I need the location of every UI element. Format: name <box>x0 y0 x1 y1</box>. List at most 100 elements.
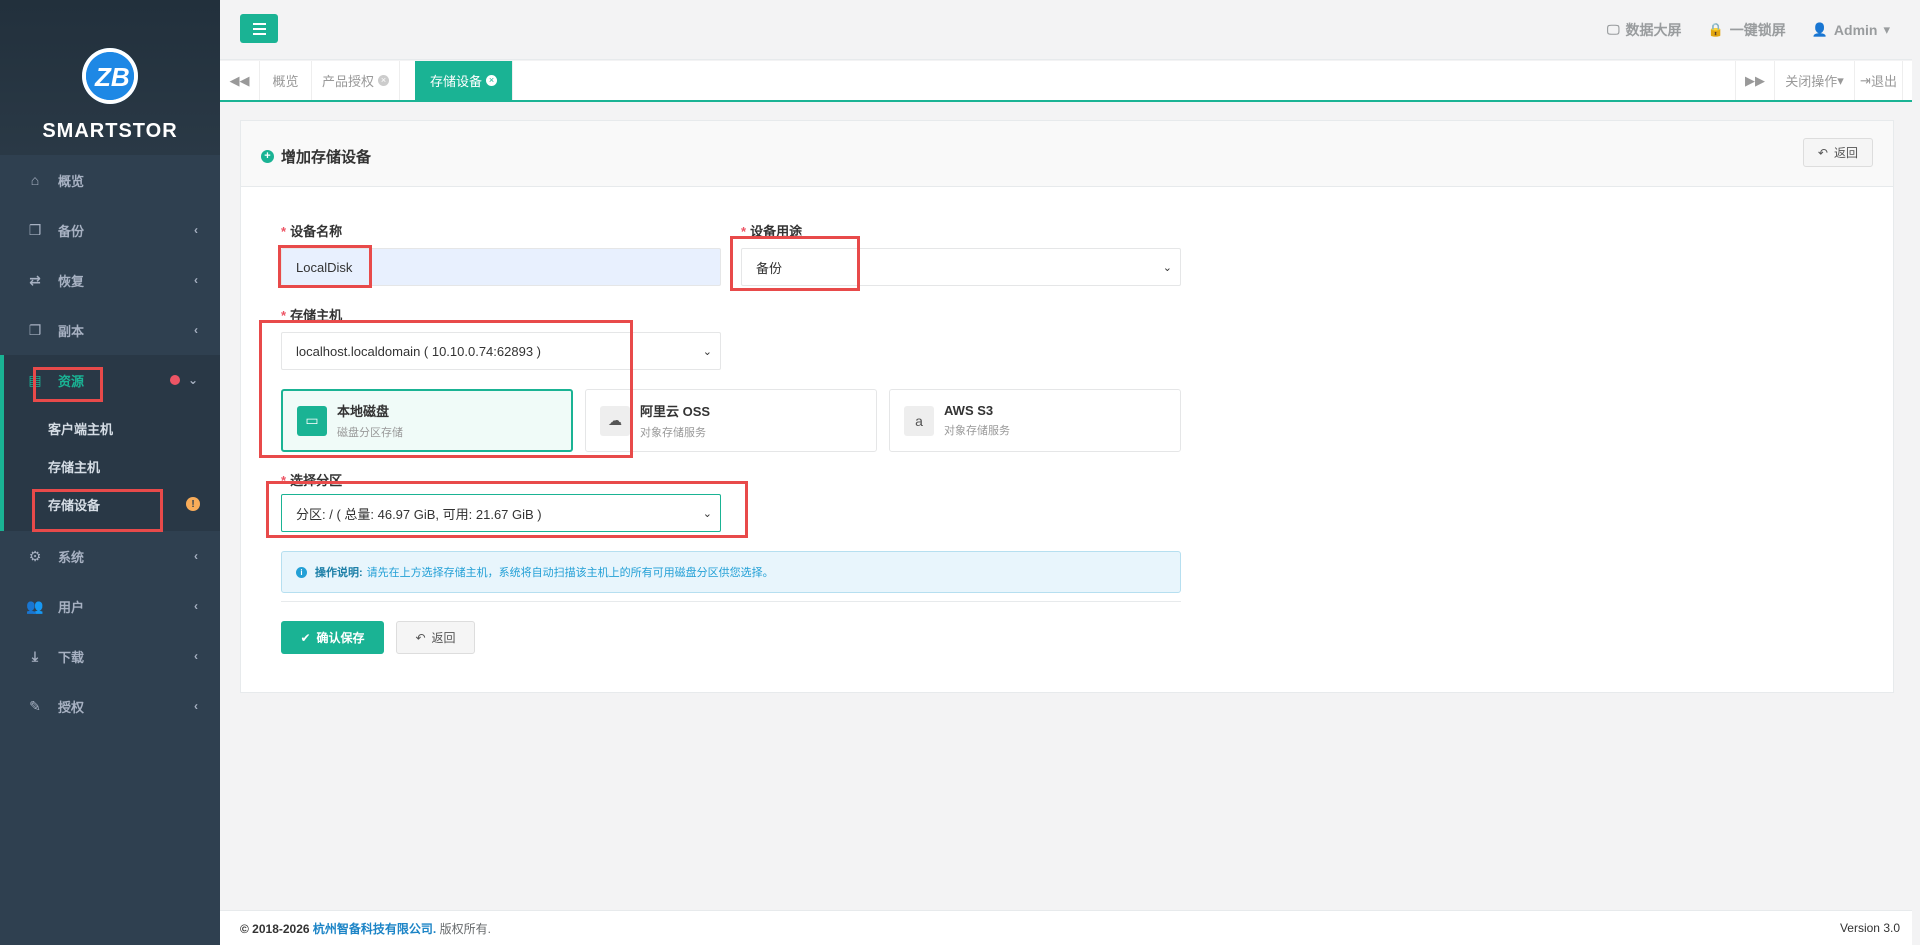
sidebar-item-label: 概览 <box>58 173 85 189</box>
tabs-bar: ◀◀ 概览 产品授权 × 存储设备 × ▶▶ 关闭操作 ▾ ⇥ 退出 <box>220 61 1920 102</box>
copy-icon: ❐ <box>28 321 42 338</box>
logout-button[interactable]: ⇥ 退出 <box>1855 61 1903 100</box>
home-icon: ⌂ <box>30 172 40 188</box>
highlight-box <box>32 489 163 532</box>
tab-overview[interactable]: 概览 <box>260 61 312 100</box>
logout-label: 退出 <box>1870 74 1897 89</box>
check-icon: ✔ <box>300 630 311 645</box>
close-ops-label: 关闭操作 <box>1785 74 1838 89</box>
chevron-down-icon: ⌄ <box>702 346 712 358</box>
chevron-left-icon: ‹ <box>194 323 198 337</box>
logo-icon: ZB <box>82 48 138 104</box>
sidebar-item-backup[interactable]: ❒ 备份 ‹ <box>0 205 220 255</box>
lock-icon: 🔒 <box>1707 22 1724 37</box>
highlight-box <box>730 236 860 291</box>
reply-icon: ↶ <box>1817 145 1828 160</box>
chevron-left-icon: ‹ <box>194 549 198 563</box>
sidebar-item-label: 副本 <box>58 323 85 339</box>
status-dot <box>170 375 180 385</box>
tab-license[interactable]: 产品授权 × <box>312 61 400 100</box>
sidebar-item-download[interactable]: ⤓ 下载 ‹ <box>0 631 220 681</box>
card-title: 阿里云 OSS <box>640 404 711 419</box>
bars-icon <box>252 22 266 25</box>
bars-icon <box>252 32 266 35</box>
info-icon: i <box>296 566 307 578</box>
sidebar-nav: ⌂ 概览 ❒ 备份 ‹ ⇄ 恢复 ‹ ❐ 副本 ‹ ▤ 资源 ⌄ 客户端主机 存… <box>0 155 220 731</box>
sidebar-item-overview[interactable]: ⌂ 概览 <box>0 155 220 205</box>
card-subtitle: 对象存储服务 <box>640 427 706 439</box>
footer: © 2018-2026 杭州智备科技有限公司. 版权所有. Version 3.… <box>220 910 1920 945</box>
highlight-box <box>33 367 103 402</box>
users-icon: 👥 <box>26 597 44 614</box>
sidebar-item-copy[interactable]: ❐ 副本 ‹ <box>0 305 220 355</box>
sidebar-subitem-label: 存储主机 <box>48 459 101 475</box>
rights-text: 版权所有. <box>439 921 491 936</box>
back-label: 返回 <box>431 631 456 645</box>
warning-icon: ! <box>186 497 200 511</box>
lock-label: 一键锁屏 <box>1729 22 1786 38</box>
back-label: 返回 <box>1833 146 1858 160</box>
sidebar-subitem-storage-hosts[interactable]: 存储主机 <box>4 447 220 485</box>
dashboard-label: 数据大屏 <box>1625 22 1682 38</box>
brand-name: SMARTSTOR <box>42 120 178 142</box>
divider <box>281 601 1181 602</box>
header-back-button[interactable]: ↶ 返回 <box>1802 138 1873 167</box>
add-storage-device-panel: + 增加存储设备 ↶ 返回 * 设备名称 LocalDisk * 设备用途 备份 ⌄… <box>240 120 1894 693</box>
tab-label: 存储设备 <box>429 74 482 89</box>
top-navbar: 🖵 数据大屏 🔒 一键锁屏 👤 Admin ▾ <box>220 0 1920 60</box>
user-menu[interactable]: 👤 Admin ▾ <box>1812 20 1890 40</box>
highlight-box <box>278 245 372 288</box>
save-button[interactable]: ✔ 确认保存 <box>281 621 384 654</box>
highlight-box <box>266 481 748 538</box>
tab-scroll-right-button[interactable]: ▶▶ <box>1735 61 1775 100</box>
chevron-left-icon: ‹ <box>194 649 198 663</box>
close-icon[interactable]: × <box>378 75 389 86</box>
sidebar-subitem-label: 客户端主机 <box>48 421 114 437</box>
sidebar-item-restore[interactable]: ⇄ 恢复 ‹ <box>0 255 220 305</box>
copyright: © 2018-2026 杭州智备科技有限公司. 版权所有. <box>240 920 491 937</box>
chevron-left-icon: ‹ <box>194 699 198 713</box>
desktop-icon: 🖵 <box>1606 22 1620 37</box>
sidebar-item-users[interactable]: 👥 用户 ‹ <box>0 581 220 631</box>
sidebar-item-system[interactable]: ⚙ 系统 ‹ <box>0 531 220 581</box>
card-title: AWS S3 <box>944 403 994 418</box>
close-icon[interactable]: × <box>486 75 497 86</box>
sidebar-item-label: 授权 <box>58 699 85 715</box>
storage-type-aws-s3[interactable]: a AWS S3 对象存储服务 <box>889 389 1181 452</box>
tab-label: 概览 <box>272 74 299 89</box>
dashboard-link[interactable]: 🖵 数据大屏 <box>1607 20 1682 40</box>
save-label: 确认保存 <box>316 631 365 645</box>
sidebar-item-license[interactable]: ✎ 授权 ‹ <box>0 681 220 731</box>
tab-scroll-left-button[interactable]: ◀◀ <box>220 61 260 100</box>
download-icon: ⤓ <box>31 647 39 664</box>
retweet-icon: ⇄ <box>29 271 41 288</box>
back-button[interactable]: ↶ 返回 <box>396 621 475 654</box>
menu-toggle-button[interactable] <box>240 14 278 43</box>
info-note: i 操作说明: 请先在上方选择存储主机，系统将自动扫描该主机上的所有可用磁盘分区… <box>281 551 1181 593</box>
sidebar-subitem-client-hosts[interactable]: 客户端主机 <box>4 409 220 447</box>
chevron-left-icon: ‹ <box>194 599 198 613</box>
scrollbar[interactable] <box>1912 0 1920 945</box>
label-text: 设备名称 <box>290 224 343 239</box>
lock-screen-link[interactable]: 🔒 一键锁屏 <box>1708 20 1786 40</box>
edit-icon: ✎ <box>29 697 41 714</box>
version: Version 3.0 <box>1839 921 1900 935</box>
note-text: 请先在上方选择存储主机，系统将自动扫描该主机上的所有可用磁盘分区供您选择。 <box>366 567 774 579</box>
sidebar-item-label: 系统 <box>58 549 85 565</box>
card-subtitle: 对象存储服务 <box>944 425 1010 437</box>
close-ops-dropdown[interactable]: 关闭操作 ▾ <box>1775 61 1855 100</box>
sign-out-icon: ⇥ <box>1860 72 1871 88</box>
backward-icon: ◀◀ <box>229 72 250 88</box>
tab-label: 产品授权 <box>321 74 374 89</box>
cube-icon: ❒ <box>28 221 42 238</box>
user-name: Admin <box>1833 22 1878 38</box>
tab-storage-devices[interactable]: 存储设备 × <box>415 61 513 100</box>
caret-down-icon: ▾ <box>1837 72 1844 88</box>
svg-text:ZB: ZB <box>94 62 130 92</box>
copyright-years: © 2018-2026 <box>240 921 310 936</box>
cogs-icon: ⚙ <box>28 547 42 564</box>
panel-header: + 增加存储设备 ↶ 返回 <box>241 121 1893 187</box>
company-link[interactable]: 杭州智备科技有限公司. <box>313 922 436 936</box>
forward-icon: ▶▶ <box>1745 72 1765 88</box>
sidebar-item-label: 用户 <box>58 599 85 615</box>
